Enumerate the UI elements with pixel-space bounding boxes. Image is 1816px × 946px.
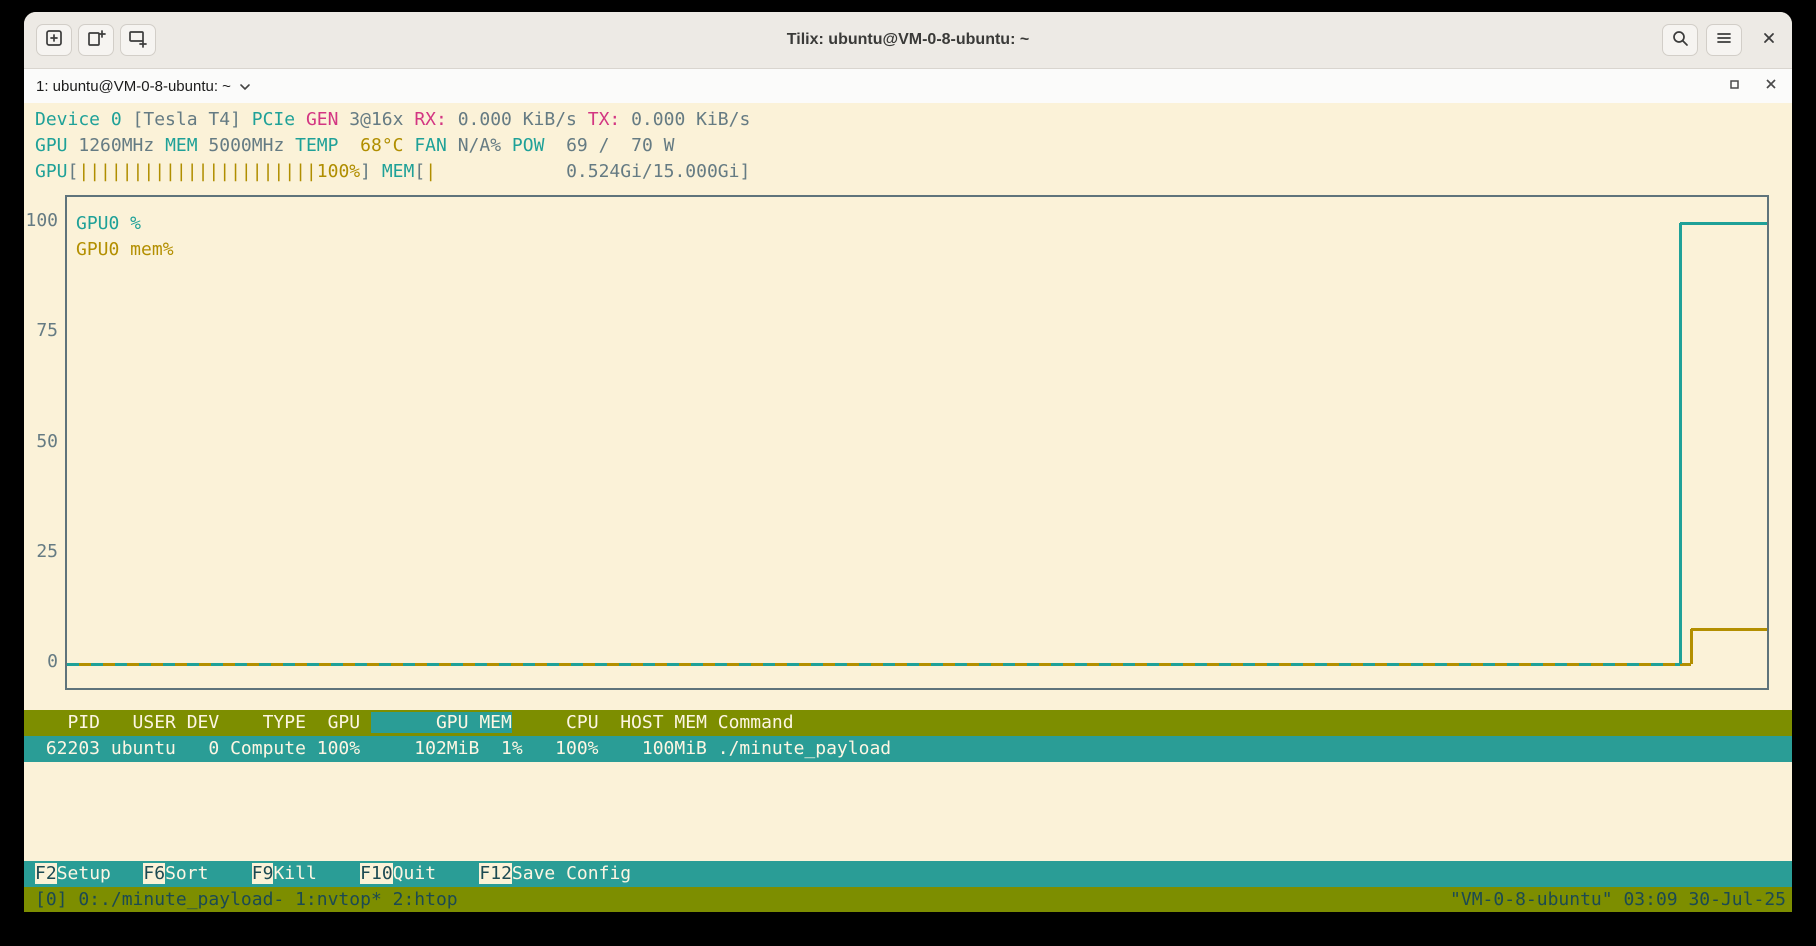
terminal-tab[interactable]: 1: ubuntu@VM-0-8-ubuntu: ~: [36, 69, 251, 103]
tmux-host-clock: "VM-0-8-ubuntu" 03:09 30-Jul-25: [1450, 887, 1786, 912]
add-session-button[interactable]: [36, 24, 72, 56]
chart-line-segment: [67, 663, 1680, 666]
y-tick-label: 50: [24, 429, 58, 455]
gpu-stats-line: GPU 1260MHz MEM 5000MHz TEMP 68°C FAN N/…: [35, 133, 674, 159]
legend-entry: GPU0 mem%: [76, 237, 174, 263]
search-button[interactable]: [1662, 24, 1698, 56]
window-title: Tilix: ubuntu@VM-0-8-ubuntu: ~: [24, 12, 1792, 68]
maximize-icon: [1729, 77, 1740, 95]
window-close-button[interactable]: [1754, 26, 1784, 54]
add-terminal-down-button[interactable]: [120, 24, 156, 56]
y-tick-label: 75: [24, 318, 58, 344]
tab-close-button[interactable]: [1758, 69, 1784, 103]
gpu-utilization-chart: GPU0 %GPU0 mem% 100 75 50 25 0: [24, 191, 1792, 696]
terminal-viewport[interactable]: Device 0 [Tesla T4] PCIe GEN 3@16x RX: 0…: [24, 103, 1792, 912]
menu-button[interactable]: [1706, 24, 1742, 56]
screen: Tilix: ubuntu@VM-0-8-ubuntu: ~ 1: ubunt: [0, 0, 1816, 946]
titlebar: Tilix: ubuntu@VM-0-8-ubuntu: ~: [24, 12, 1792, 69]
chart-line-segment: [1680, 222, 1767, 225]
search-icon: [1671, 29, 1689, 52]
add-terminal-right-icon: [86, 28, 106, 53]
chart-line-segment: [1690, 629, 1693, 664]
add-session-icon: [44, 28, 64, 53]
chevron-down-icon: [239, 78, 251, 95]
legend-entry: GPU0 %: [76, 211, 141, 237]
tmux-status-bar: [0] 0:./minute_payload- 1:nvtop* 2:htop …: [24, 887, 1792, 912]
add-terminal-down-icon: [128, 28, 148, 53]
close-icon: [1765, 77, 1777, 95]
menu-icon: [1715, 29, 1733, 52]
chart-plot-area: GPU0 %GPU0 mem%: [65, 195, 1769, 690]
close-icon: [1762, 31, 1776, 50]
chart-line-segment: [1691, 628, 1768, 631]
function-key-bar: F2Setup F6Sort F9Kill F10Quit F12Save Co…: [24, 861, 1792, 887]
process-table-row[interactable]: 62203 ubuntu 0 Compute 100% 102MiB 1% 10…: [24, 736, 1792, 762]
gpu-mem-bars-line: GPU[||||||||||||||||||||||100%] MEM[| 0.…: [35, 159, 750, 185]
device-info-line: Device 0 [Tesla T4] PCIe GEN 3@16x RX: 0…: [35, 107, 750, 133]
chart-line-segment: [1679, 223, 1682, 664]
y-tick-label: 100: [24, 208, 58, 234]
tabbar: 1: ubuntu@VM-0-8-ubuntu: ~: [24, 69, 1792, 104]
tab-maximize-button[interactable]: [1721, 69, 1747, 103]
tilix-window: Tilix: ubuntu@VM-0-8-ubuntu: ~ 1: ubunt: [24, 12, 1792, 912]
process-table-header: PID USER DEV TYPE GPU GPU MEM CPU HOST M…: [24, 710, 1792, 736]
tmux-window-list[interactable]: [0] 0:./minute_payload- 1:nvtop* 2:htop: [35, 887, 458, 912]
tab-label: 1: ubuntu@VM-0-8-ubuntu: ~: [36, 78, 231, 95]
y-tick-label: 0: [24, 649, 58, 675]
add-terminal-right-button[interactable]: [78, 24, 114, 56]
y-tick-label: 25: [24, 539, 58, 565]
